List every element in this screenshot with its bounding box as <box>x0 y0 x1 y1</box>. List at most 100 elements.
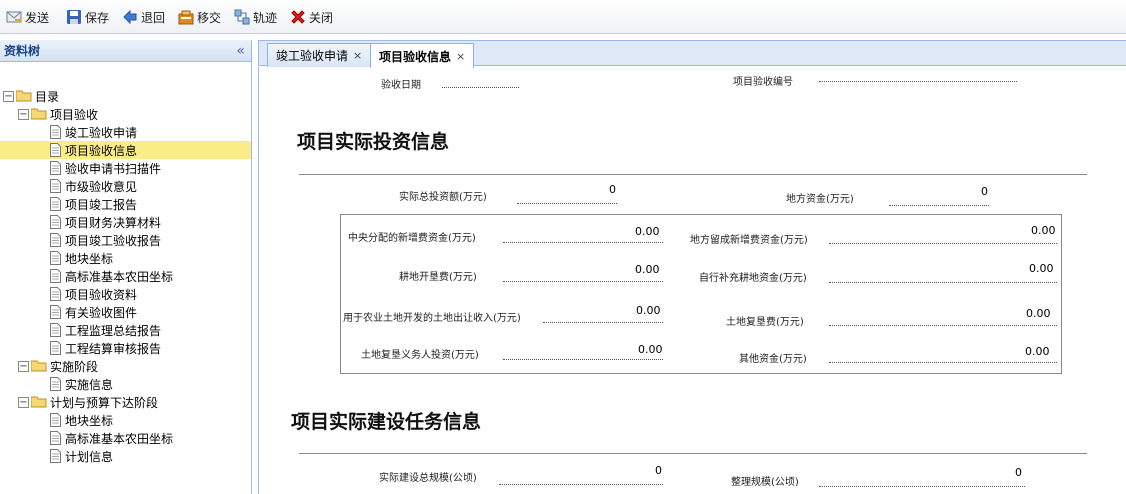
document-icon <box>50 143 61 157</box>
tree-item[interactable]: 高标准基本农田坐标 <box>0 429 251 447</box>
total-invest-label: 实际总投资额(万元) <box>399 192 487 203</box>
tab-completion-application[interactable]: 竣工验收申请 × <box>267 43 372 67</box>
farmland-dev-label: 耕地开垦费(万元) <box>399 272 477 283</box>
document-icon <box>50 269 61 283</box>
reclaim-fee-field[interactable] <box>829 325 1057 326</box>
rearrange-scale-field[interactable] <box>819 486 1025 487</box>
other-fund-label: 其他资金(万元) <box>739 354 807 365</box>
folder-open-icon <box>31 108 47 120</box>
tree-collapse-toggle[interactable]: − <box>18 396 29 408</box>
tree-node-planning[interactable]: − 计划与预算下达阶段 <box>0 393 251 411</box>
document-icon <box>50 233 61 247</box>
tree-item[interactable]: 高标准基本农田坐标 <box>0 267 251 285</box>
acceptance-no-field[interactable] <box>819 81 1017 82</box>
local-retained-value[interactable]: 0.00 <box>1031 224 1056 237</box>
document-icon <box>50 449 61 463</box>
folder-open-icon <box>16 90 32 102</box>
resource-tree-panel: 资料树 « − 目录 − 项目验收 竣工验收申请 项目验收信息 验收申请书扫描件 <box>0 40 252 494</box>
local-fund-value[interactable]: 0 <box>981 185 988 198</box>
acceptance-no-label: 项目验收编号 <box>733 77 793 88</box>
tree-item[interactable]: 地块坐标 <box>0 411 251 429</box>
tab-close-icon[interactable]: × <box>456 50 465 63</box>
total-scale-field[interactable] <box>499 484 663 485</box>
document-icon <box>50 323 61 337</box>
total-scale-value[interactable]: 0 <box>655 464 662 477</box>
tree-item[interactable]: 市级验收意见 <box>0 177 251 195</box>
tree-item[interactable]: 项目竣工验收报告 <box>0 231 251 249</box>
land-transfer-label: 用于农业土地开发的土地出让收入(万元) <box>343 313 521 324</box>
self-supplement-field[interactable] <box>829 282 1057 283</box>
tree-item[interactable]: 地块坐标 <box>0 249 251 267</box>
land-transfer-field[interactable] <box>543 322 663 323</box>
tree-node-implementation[interactable]: − 实施阶段 <box>0 357 251 375</box>
reclaim-obligor-value[interactable]: 0.00 <box>638 343 663 356</box>
tab-acceptance-info[interactable]: 项目验收信息 × <box>370 43 475 68</box>
document-icon <box>50 413 61 427</box>
tree-item[interactable]: 项目竣工报告 <box>0 195 251 213</box>
document-icon <box>50 215 61 229</box>
collapse-icon[interactable]: « <box>236 44 245 58</box>
tree-item[interactable]: 工程监理总结报告 <box>0 321 251 339</box>
track-icon <box>234 9 250 25</box>
document-icon <box>50 179 61 193</box>
document-icon <box>50 341 61 355</box>
tree-item[interactable]: 实施信息 <box>0 375 251 393</box>
send-icon <box>6 11 22 23</box>
tree-collapse-toggle[interactable]: − <box>18 360 29 372</box>
acceptance-date-field[interactable] <box>442 87 519 88</box>
rearrange-scale-value[interactable]: 0 <box>1015 466 1022 479</box>
sidebar-title: 资料树 <box>4 44 41 58</box>
tree-item[interactable]: 竣工验收申请 <box>0 123 251 141</box>
acceptance-date-label: 验收日期 <box>381 80 421 91</box>
tree-item[interactable]: 项目财务决算材料 <box>0 213 251 231</box>
local-retained-field[interactable] <box>829 243 1057 244</box>
total-invest-field[interactable] <box>517 203 617 204</box>
tree-node-project-acceptance[interactable]: − 项目验收 <box>0 105 251 123</box>
reclaim-fee-value[interactable]: 0.00 <box>1026 307 1051 320</box>
tree-item[interactable]: 验收申请书扫描件 <box>0 159 251 177</box>
back-button[interactable]: 退回 <box>122 7 165 27</box>
rearrange-scale-label: 整理规模(公顷) <box>731 477 799 488</box>
reclaim-fee-label: 土地复垦费(万元) <box>726 317 804 328</box>
tree-node-root[interactable]: − 目录 <box>0 87 251 105</box>
form-content: 验收日期 项目验收编号 项目实际投资信息 实际总投资额(万元) 0 地方资金(万… <box>258 67 1126 494</box>
local-retained-label: 地方留成新增费资金(万元) <box>690 235 808 246</box>
central-fund-field[interactable] <box>503 242 663 243</box>
tab-strip: 竣工验收申请 × 项目验收信息 × <box>258 40 1126 68</box>
farmland-dev-value[interactable]: 0.00 <box>635 263 660 276</box>
folder-open-icon <box>31 360 47 372</box>
reclaim-obligor-field[interactable] <box>503 359 663 360</box>
document-icon <box>50 431 61 445</box>
central-fund-label: 中央分配的新增费资金(万元) <box>348 233 476 244</box>
back-arrow-icon <box>123 9 137 25</box>
transfer-icon <box>178 10 194 25</box>
central-fund-value[interactable]: 0.00 <box>635 225 660 238</box>
total-invest-value[interactable]: 0 <box>609 183 616 196</box>
tab-close-icon[interactable]: × <box>353 49 362 62</box>
local-fund-label: 地方资金(万元) <box>786 194 854 205</box>
tree-item[interactable]: 工程结算审核报告 <box>0 339 251 357</box>
farmland-dev-field[interactable] <box>503 281 663 282</box>
land-transfer-value[interactable]: 0.00 <box>636 304 661 317</box>
tree-item[interactable]: 计划信息 <box>0 447 251 465</box>
transfer-button[interactable]: 移交 <box>178 7 221 27</box>
folder-open-icon <box>31 396 47 408</box>
tree-item-selected[interactable]: 项目验收信息 <box>0 141 251 159</box>
track-button[interactable]: 轨迹 <box>234 7 277 27</box>
other-fund-field[interactable] <box>829 362 1057 363</box>
save-button[interactable]: 保存 <box>66 7 109 27</box>
tree-collapse-toggle[interactable]: − <box>18 108 29 120</box>
self-supplement-value[interactable]: 0.00 <box>1029 262 1054 275</box>
document-icon <box>50 125 61 139</box>
section-investment-title: 项目实际投资信息 <box>297 131 450 153</box>
local-fund-field[interactable] <box>889 205 989 206</box>
tree-item[interactable]: 有关验收图件 <box>0 303 251 321</box>
tree-item[interactable]: 项目验收资料 <box>0 285 251 303</box>
other-fund-value[interactable]: 0.00 <box>1025 345 1050 358</box>
section-divider <box>299 453 1087 454</box>
document-icon <box>50 287 61 301</box>
tree-collapse-toggle[interactable]: − <box>3 90 14 102</box>
sidebar-header: 资料树 « <box>0 40 251 62</box>
send-button[interactable]: 发送 <box>6 7 49 27</box>
close-button[interactable]: 关闭 <box>290 7 333 27</box>
